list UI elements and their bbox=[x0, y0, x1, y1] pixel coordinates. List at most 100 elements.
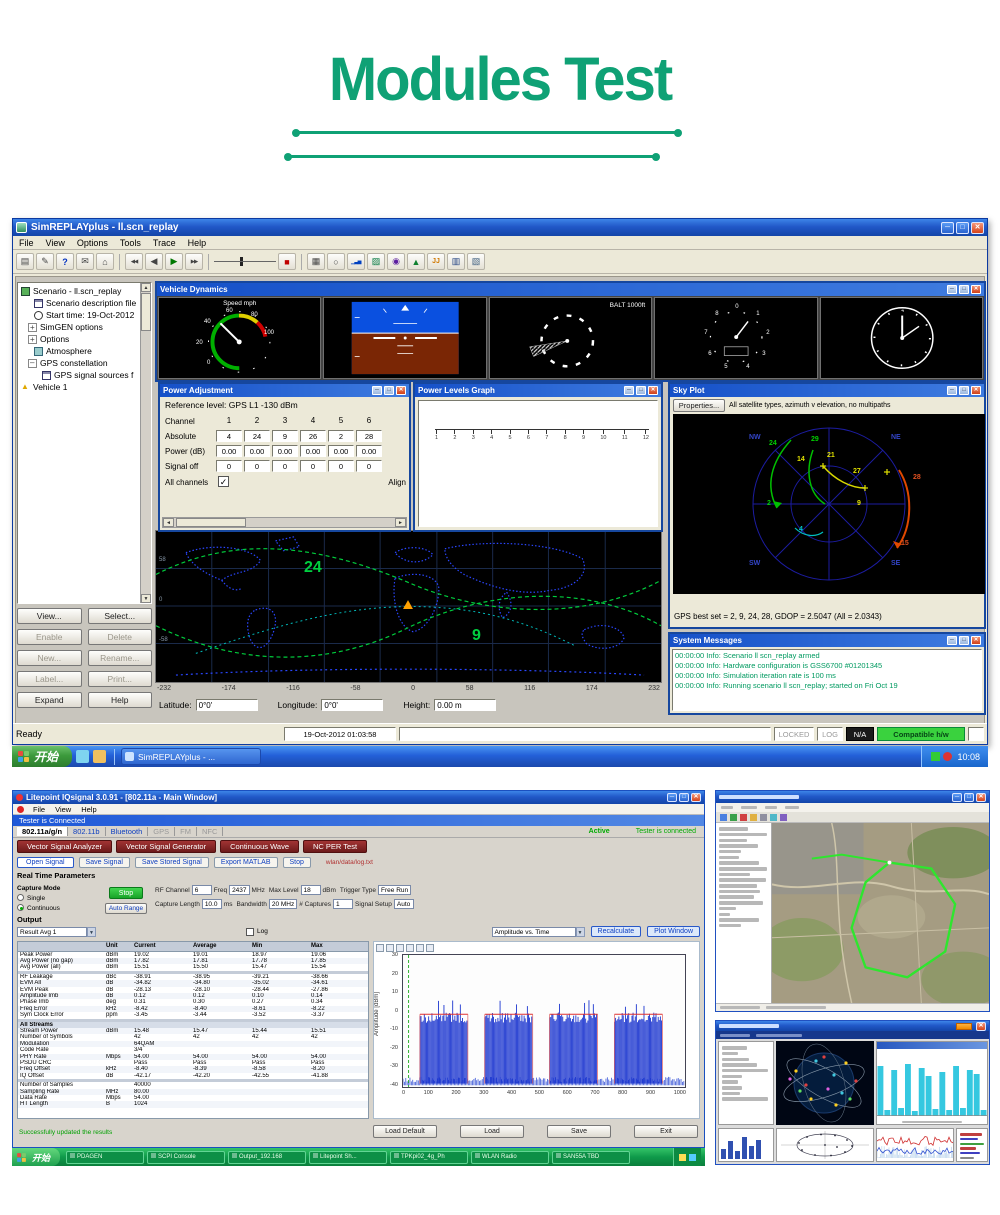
start-button[interactable]: 开始 bbox=[12, 746, 72, 767]
menu-item[interactable] bbox=[741, 806, 757, 810]
dialog-button[interactable]: Load Default bbox=[373, 1125, 437, 1138]
parameter[interactable]: 1 bbox=[333, 899, 353, 909]
tray-icon[interactable] bbox=[689, 1154, 696, 1161]
mode-button[interactable]: Vector Signal Analyzer bbox=[17, 840, 112, 853]
maximize-button[interactable] bbox=[959, 636, 969, 645]
close-button[interactable] bbox=[648, 386, 658, 395]
signal-button[interactable]: Save Stored Signal bbox=[135, 857, 209, 868]
close-button[interactable] bbox=[971, 222, 984, 234]
minimize-button[interactable] bbox=[947, 285, 957, 294]
parameter[interactable]: 20 MHz bbox=[269, 899, 297, 909]
maximize-button[interactable] bbox=[959, 285, 969, 294]
rewind-icon[interactable]: ◀◀ bbox=[125, 253, 143, 270]
step-back-icon[interactable]: ◀ bbox=[145, 253, 163, 270]
dialog-button[interactable]: Exit bbox=[634, 1125, 698, 1138]
mode-button[interactable]: Vector Signal Generator bbox=[116, 840, 216, 853]
menu-item[interactable]: View bbox=[40, 237, 71, 249]
menu-item[interactable]: Trace bbox=[147, 237, 182, 249]
zoom-out-icon[interactable] bbox=[396, 944, 404, 952]
maximize-button[interactable] bbox=[636, 386, 646, 395]
mode-button[interactable]: NC PER Test bbox=[303, 840, 367, 853]
minimize-button[interactable] bbox=[667, 793, 677, 802]
maximize-button[interactable] bbox=[959, 386, 969, 395]
maximize-button[interactable] bbox=[956, 222, 969, 234]
tree-item[interactable]: Start time: 19-Oct-2012 bbox=[18, 309, 151, 321]
dialog-button[interactable]: Save bbox=[547, 1125, 611, 1138]
time-slider[interactable] bbox=[214, 257, 276, 266]
toolbar-icon[interactable] bbox=[770, 814, 777, 821]
play-icon[interactable]: ▶ bbox=[165, 253, 183, 270]
taskbar-task[interactable]: TPKpi02_4g_Ph bbox=[390, 1151, 468, 1164]
power-value[interactable]: 0.00 bbox=[300, 445, 326, 457]
tray-icon[interactable] bbox=[679, 1154, 686, 1161]
home-icon[interactable]: ⌂ bbox=[96, 253, 114, 270]
power-value[interactable]: 0.00 bbox=[216, 445, 242, 457]
toolbar-icon[interactable] bbox=[760, 814, 767, 821]
sky-plot-icon[interactable]: ◉ bbox=[387, 253, 405, 270]
protocol-tab[interactable]: GPS bbox=[148, 827, 175, 836]
vehicle-icon[interactable]: ▲ bbox=[407, 253, 425, 270]
action-button[interactable]: Label... bbox=[17, 671, 82, 687]
taskbar-task[interactable]: Litepoint Sh... bbox=[309, 1151, 387, 1164]
parameter[interactable]: 6 bbox=[192, 885, 212, 895]
zoom-in-icon[interactable] bbox=[386, 944, 394, 952]
parameter-list[interactable] bbox=[718, 1041, 774, 1125]
print-icon[interactable] bbox=[426, 944, 434, 952]
signal-button[interactable]: Save Signal bbox=[79, 857, 130, 868]
parameter[interactable]: Free Run bbox=[378, 885, 411, 895]
toolbar-icon[interactable] bbox=[720, 814, 727, 821]
signal-off-input[interactable]: 0 bbox=[300, 460, 326, 472]
menu-item[interactable] bbox=[765, 806, 777, 810]
satellite-titlebar[interactable] bbox=[716, 1021, 989, 1031]
power-value[interactable]: 0.00 bbox=[244, 445, 270, 457]
menu-item[interactable]: Help bbox=[182, 237, 213, 249]
close-button[interactable] bbox=[976, 1022, 986, 1031]
absolute-value[interactable]: 26 bbox=[300, 430, 326, 442]
signal-off-input[interactable]: 0 bbox=[356, 460, 382, 472]
parameter[interactable]: 2437 bbox=[229, 885, 249, 895]
mail-icon[interactable]: ✉ bbox=[76, 253, 94, 270]
tree-item[interactable]: Vehicle 1 bbox=[18, 381, 151, 393]
action-button[interactable]: Delete bbox=[88, 629, 153, 645]
maximize-button[interactable] bbox=[384, 386, 394, 395]
close-button[interactable] bbox=[971, 636, 981, 645]
chevron-down-icon[interactable] bbox=[576, 927, 585, 937]
help-icon[interactable]: ? bbox=[56, 253, 74, 270]
marker-tool-icon[interactable] bbox=[416, 944, 424, 952]
result-select[interactable]: Result Avg 1 bbox=[17, 927, 87, 937]
parameter[interactable]: Auto bbox=[394, 899, 414, 909]
action-button[interactable]: Help bbox=[88, 692, 153, 708]
grid-icon[interactable]: ▦ bbox=[307, 253, 325, 270]
signal-off-input[interactable]: 0 bbox=[244, 460, 270, 472]
constellation-view[interactable] bbox=[776, 1041, 874, 1125]
absolute-value[interactable]: 4 bbox=[216, 430, 242, 442]
mode-button[interactable]: Continuous Wave bbox=[220, 840, 299, 853]
toolbar-icon[interactable] bbox=[750, 814, 757, 821]
close-button[interactable] bbox=[691, 793, 701, 802]
protocol-tab[interactable]: 802.11a/g/n bbox=[17, 827, 68, 836]
action-button[interactable]: View... bbox=[17, 608, 82, 624]
signal-button[interactable]: Export MATLAB bbox=[214, 857, 278, 868]
power-levels-titlebar[interactable]: Power Levels Graph bbox=[415, 384, 661, 397]
tray-icon[interactable] bbox=[943, 752, 952, 761]
simreplay-titlebar[interactable]: SimREPLAYplus - ll.scn_replay bbox=[13, 219, 987, 236]
levels-icon[interactable]: ▥ bbox=[447, 253, 465, 270]
record-icon[interactable]: ■ bbox=[278, 253, 296, 270]
longitude-value[interactable]: 0°0' bbox=[321, 699, 383, 711]
taskbar-task[interactable]: SimREPLAYplus - ... bbox=[121, 748, 261, 765]
litepoint-titlebar[interactable]: Litepoint IQsignal 3.0.91 - [802.11a - M… bbox=[13, 791, 704, 804]
plot-window-button[interactable]: Plot Window bbox=[647, 926, 700, 937]
close-button[interactable] bbox=[396, 386, 406, 395]
action-button[interactable]: Expand bbox=[17, 692, 82, 708]
start-button[interactable]: 开始 bbox=[12, 1148, 60, 1166]
taskbar-task[interactable]: PDAGEN bbox=[66, 1151, 144, 1164]
properties-button[interactable]: Properties... bbox=[673, 399, 725, 412]
power-value[interactable]: 0.00 bbox=[328, 445, 354, 457]
radio-single[interactable]: Single bbox=[17, 894, 105, 902]
menu-item[interactable]: Tools bbox=[114, 237, 147, 249]
tray-icon[interactable] bbox=[931, 752, 940, 761]
action-button[interactable]: New... bbox=[17, 650, 82, 666]
minimize-button[interactable] bbox=[372, 386, 382, 395]
chevron-down-icon[interactable] bbox=[87, 927, 96, 937]
action-button[interactable]: Select... bbox=[88, 608, 153, 624]
